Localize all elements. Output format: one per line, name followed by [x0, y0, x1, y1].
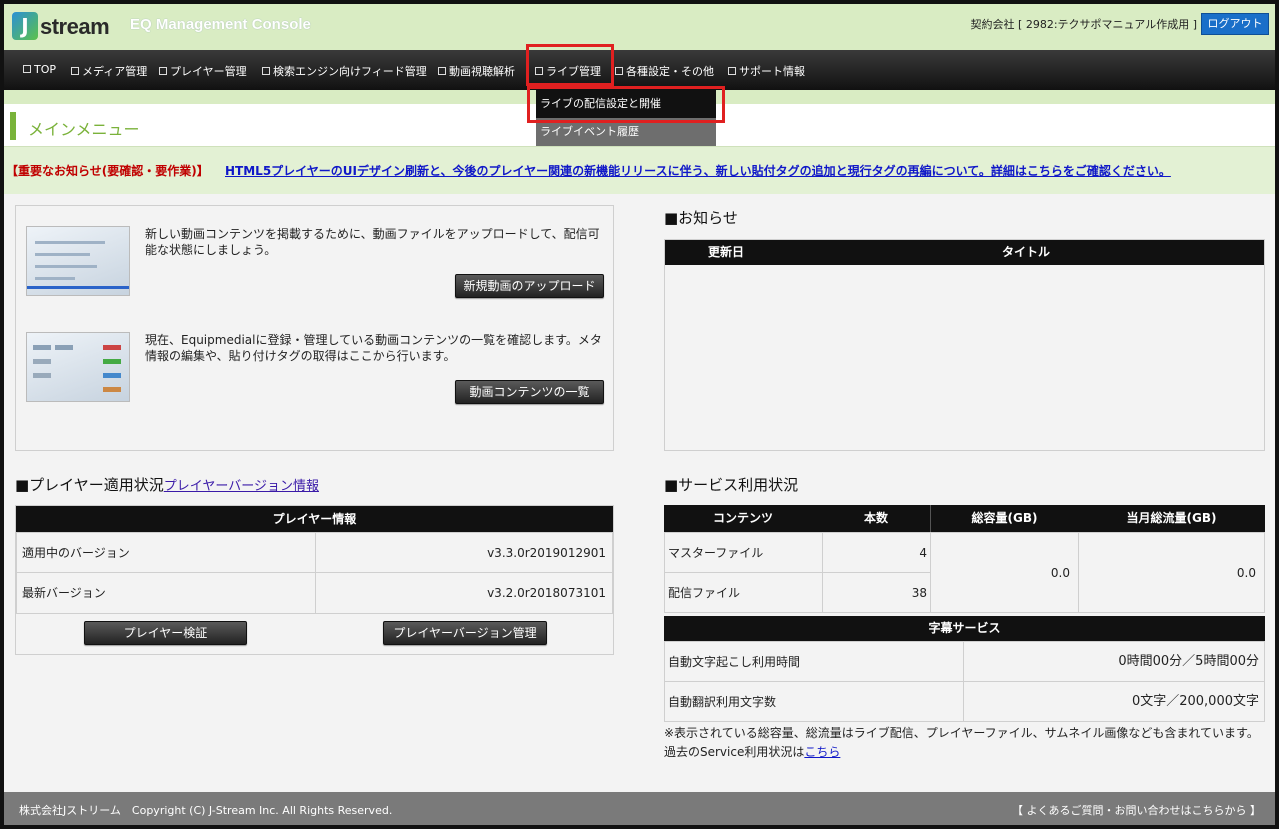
service-row-count: 38 [822, 572, 931, 613]
service-note: ※表示されている総容量、総流量はライブ配信、プレイヤーファイル、サムネイル画像な… [664, 726, 1259, 740]
highlight-live-settings [527, 86, 725, 123]
subtitle-row-label: 自動文字起こし利用時間 [664, 641, 964, 682]
service-section-title: ■サービス利用状況 [664, 476, 799, 494]
footer-faq-link[interactable]: 【 よくあるご質問・お問い合わせはこちらから 】 [1012, 802, 1261, 818]
service-row-label: マスターファイル [664, 532, 823, 573]
content-list-thumbnail [26, 332, 130, 402]
quick-actions-panel: 新しい動画コンテンツを掲載するために、動画ファイルをアップロードして、配信可能な… [15, 205, 614, 451]
checkbox-icon [71, 67, 79, 75]
jstream-logo[interactable]: J stream [12, 10, 112, 44]
news-panel: 更新日 タイトル [664, 239, 1265, 451]
notice-link[interactable]: HTML5プレイヤーのUIデザイン刷新と、今後のプレイヤー関連の新機能リリースに… [225, 162, 1171, 179]
nav-item-feed[interactable]: 検索エンジン向けフィード管理 [262, 63, 427, 79]
service-usage-table: コンテンツ 本数 総容量(GB) 当月総流量(GB) マスターファイル 4 配信… [664, 505, 1265, 722]
news-col-title: タイトル [1002, 245, 1051, 259]
nav-item-settings[interactable]: 各種設定・その他 [615, 63, 714, 79]
checkbox-icon [159, 67, 167, 75]
nav-label: サポート情報 [739, 65, 805, 78]
logout-button[interactable]: ログアウト [1201, 13, 1269, 35]
checkbox-icon [23, 65, 31, 73]
nav-item-media[interactable]: メディア管理 [71, 63, 147, 79]
nav-item-player[interactable]: プレイヤー管理 [159, 63, 247, 79]
player-row-label: 適用中のバージョン [16, 532, 316, 573]
service-col-content: コンテンツ [664, 505, 823, 532]
nav-label: プレイヤー管理 [170, 65, 247, 78]
important-notice: 【重要なお知らせ(要確認・要作業)】 HTML5プレイヤーのUIデザイン刷新と、… [4, 146, 1275, 194]
player-table-header: プレイヤー情報 [16, 506, 613, 532]
player-row-label: 最新バージョン [16, 572, 316, 614]
footer: 株式会社Jストリーム Copyright (C) J-Stream Inc. A… [4, 792, 1275, 825]
news-col-date: 更新日 [708, 245, 745, 259]
checkbox-icon [262, 67, 270, 75]
upload-thumbnail [26, 226, 130, 296]
service-col-size: 総容量(GB) [931, 505, 1079, 532]
accent-bar [10, 112, 16, 140]
nav-label: 検索エンジン向けフィード管理 [273, 65, 427, 78]
nav-item-support[interactable]: サポート情報 [728, 63, 805, 79]
news-title: ■お知らせ [664, 209, 738, 227]
player-row-value: v3.2.0r2018073101 [315, 572, 613, 614]
service-row-label: 配信ファイル [664, 572, 823, 613]
player-section-title: ■プレイヤー適用状況プレイヤーバージョン情報 [15, 474, 319, 495]
player-version-manage-button[interactable]: プレイヤーバージョン管理 [383, 621, 547, 645]
player-verify-button[interactable]: プレイヤー検証 [84, 621, 247, 645]
service-past-link[interactable]: こちら [804, 745, 840, 759]
service-row-count: 4 [822, 532, 931, 573]
subtitle-row-label: 自動翻訳利用文字数 [664, 681, 964, 722]
news-table-header: 更新日 タイトル [665, 240, 1264, 265]
player-info-table: プレイヤー情報 適用中のバージョン v3.3.0r2019012901 最新バー… [15, 505, 614, 655]
upload-video-button[interactable]: 新規動画のアップロード [455, 274, 604, 298]
highlight-live-nav [526, 44, 614, 86]
player-version-info-link[interactable]: プレイヤーバージョン情報 [164, 479, 319, 494]
service-col-traffic: 当月総流量(GB) [1078, 505, 1265, 532]
subtitle-row-value: 0文字／200,000文字 [963, 681, 1265, 722]
nav-item-top[interactable]: TOP [23, 63, 56, 76]
page-title: メインメニュー [28, 120, 140, 139]
checkbox-icon [615, 67, 623, 75]
main-nav: TOP メディア管理 プレイヤー管理 検索エンジン向けフィード管理 動画視聴解析… [4, 50, 1275, 90]
logo-mark: J [12, 12, 38, 40]
notice-label: 【重要なお知らせ(要確認・要作業)】 [6, 164, 209, 178]
app-title: EQ Management Console [130, 16, 311, 33]
content-list-description: 現在、Equipmedialに登録・管理している動画コンテンツの一覧を確認します… [145, 333, 602, 363]
service-total-size: 0.0 [930, 532, 1079, 613]
player-title-text: ■プレイヤー適用状況 [15, 476, 164, 494]
service-past-text: 過去のService利用状況は [664, 745, 805, 759]
nav-label: TOP [34, 63, 57, 76]
player-row-value: v3.3.0r2019012901 [315, 532, 613, 573]
service-past-line: 過去のService利用状況はこちら [664, 743, 840, 760]
content-list-button[interactable]: 動画コンテンツの一覧 [455, 380, 604, 404]
checkbox-icon [438, 67, 446, 75]
service-col-count: 本数 [822, 505, 931, 532]
subtitle-service-header: 字幕サービス [664, 616, 1265, 641]
checkbox-icon [728, 67, 736, 75]
nav-label: メディア管理 [82, 65, 148, 78]
service-monthly-traffic: 0.0 [1078, 532, 1265, 613]
logo-text: stream [40, 14, 110, 39]
nav-label: 各種設定・その他 [626, 65, 714, 78]
upload-description: 新しい動画コンテンツを掲載するために、動画ファイルをアップロードして、配信可能な… [145, 227, 600, 257]
subtitle-row-value: 0時間00分／5時間00分 [963, 641, 1265, 682]
contract-info: 契約会社 [ 2982:テクサポマニュアル作成用 ] [970, 18, 1197, 31]
nav-item-analytics[interactable]: 動画視聴解析 [438, 63, 515, 79]
header: J stream EQ Management Console 契約会社 [ 29… [4, 4, 1275, 50]
nav-label: 動画視聴解析 [449, 65, 515, 78]
footer-copyright: 株式会社Jストリーム Copyright (C) J-Stream Inc. A… [19, 804, 393, 817]
